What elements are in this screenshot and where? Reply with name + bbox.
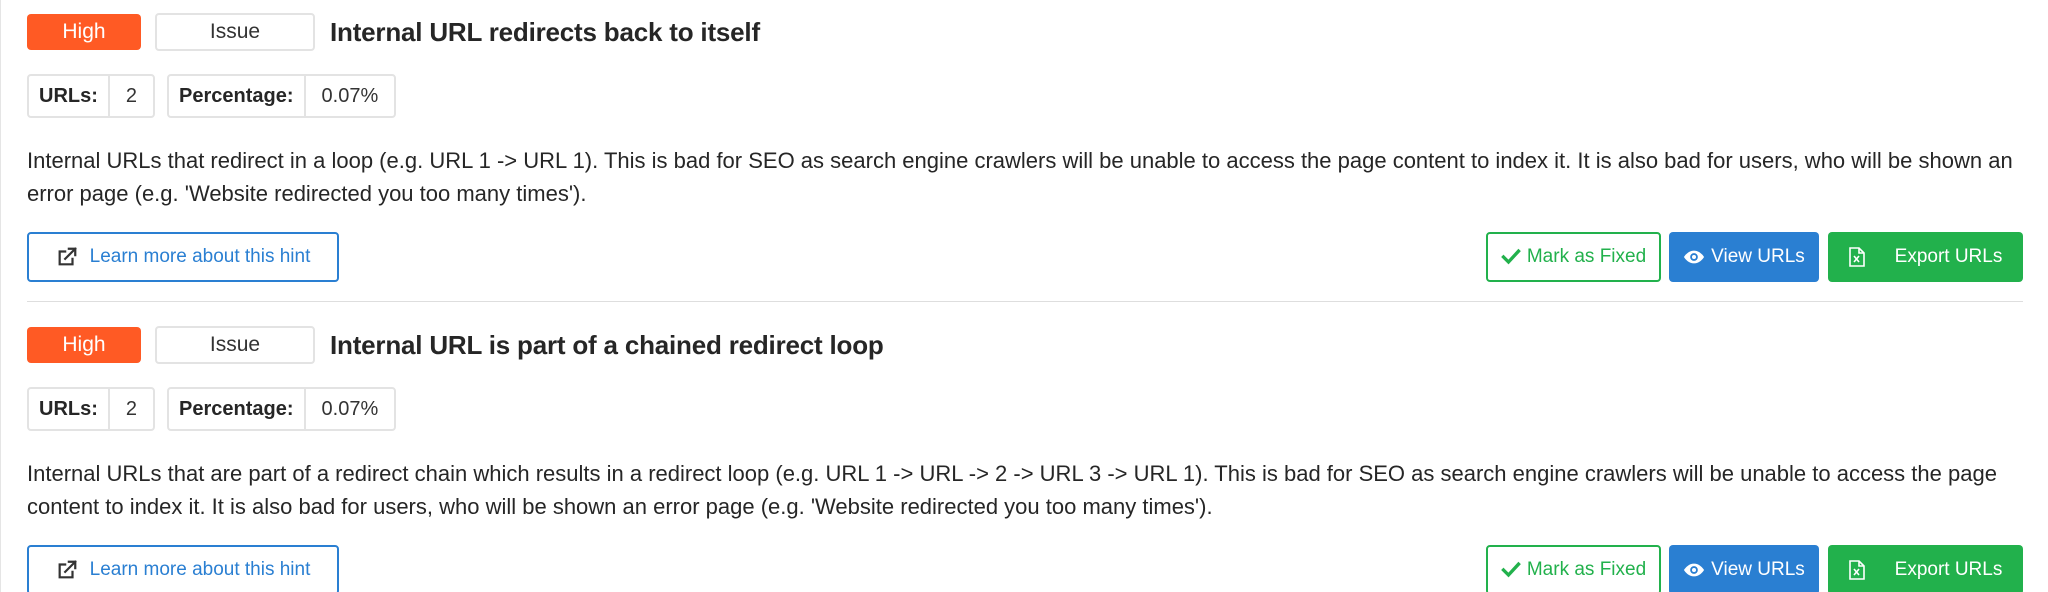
view-urls-label: View URLs [1711, 559, 1805, 580]
external-link-icon [56, 246, 78, 268]
view-urls-button[interactable]: View URLs [1669, 232, 1819, 282]
hint-stats: URLs: 2 Percentage: 0.07% [27, 74, 2023, 118]
mark-as-fixed-button[interactable]: Mark as Fixed [1486, 545, 1661, 592]
hint-header: High Issue Internal URL is part of a cha… [27, 325, 2023, 365]
percentage-value: 0.07% [321, 397, 379, 420]
check-icon [1500, 560, 1521, 580]
view-urls-button[interactable]: View URLs [1669, 545, 1819, 592]
mark-as-fixed-label: Mark as Fixed [1526, 559, 1647, 580]
mark-as-fixed-button[interactable]: Mark as Fixed [1486, 232, 1661, 282]
percentage-stat: Percentage: 0.07% [167, 74, 397, 118]
type-badge: Issue [155, 13, 315, 51]
hint-header: High Issue Internal URL redirects back t… [27, 12, 2023, 52]
urls-label: URLs: [29, 389, 110, 429]
learn-more-label: Learn more about this hint [89, 559, 311, 580]
export-urls-label: Export URLs [1894, 246, 2003, 267]
percentage-label: Percentage: [169, 76, 306, 116]
learn-more-button[interactable]: Learn more about this hint [27, 232, 339, 282]
type-badge: Issue [155, 326, 315, 364]
hint-stats: URLs: 2 Percentage: 0.07% [27, 387, 2023, 431]
hint-description: Internal URLs that are part of a redirec… [27, 461, 1997, 519]
priority-badge: High [27, 327, 141, 363]
hint-actions: Learn more about this hint Mark as Fixed… [27, 545, 2023, 592]
hint-title: Internal URL redirects back to itself [330, 16, 760, 47]
priority-badge: High [27, 14, 141, 50]
urls-value: 2 [125, 84, 138, 107]
percentage-stat: Percentage: 0.07% [167, 387, 397, 431]
export-urls-button[interactable]: Export URLs [1828, 545, 2023, 592]
urls-stat: URLs: 2 [27, 74, 156, 118]
hint-actions: Learn more about this hint Mark as Fixed… [27, 232, 2023, 282]
export-urls-button[interactable]: Export URLs [1828, 232, 2023, 282]
urls-label: URLs: [29, 76, 110, 116]
excel-file-icon [1848, 560, 1865, 580]
mark-as-fixed-label: Mark as Fixed [1526, 246, 1647, 267]
percentage-value: 0.07% [321, 84, 379, 107]
percentage-label: Percentage: [169, 389, 306, 429]
urls-stat: URLs: 2 [27, 387, 156, 431]
learn-more-label: Learn more about this hint [89, 246, 311, 267]
hint-title: Internal URL is part of a chained redire… [330, 329, 884, 360]
external-link-icon [56, 559, 78, 581]
view-urls-label: View URLs [1711, 246, 1805, 267]
export-urls-label: Export URLs [1894, 559, 2003, 580]
hint-description: Internal URLs that redirect in a loop (e… [27, 148, 2013, 206]
hint-divider [27, 301, 2023, 302]
excel-file-icon [1848, 247, 1865, 267]
hint-card: High Issue Internal URL is part of a cha… [27, 325, 2023, 592]
hints-panel: High Issue Internal URL redirects back t… [0, 0, 2048, 592]
eye-icon [1683, 246, 1705, 268]
check-icon [1500, 247, 1521, 267]
learn-more-button[interactable]: Learn more about this hint [27, 545, 339, 592]
hint-card: High Issue Internal URL redirects back t… [27, 12, 2023, 282]
urls-value: 2 [125, 397, 138, 420]
eye-icon [1683, 559, 1705, 581]
